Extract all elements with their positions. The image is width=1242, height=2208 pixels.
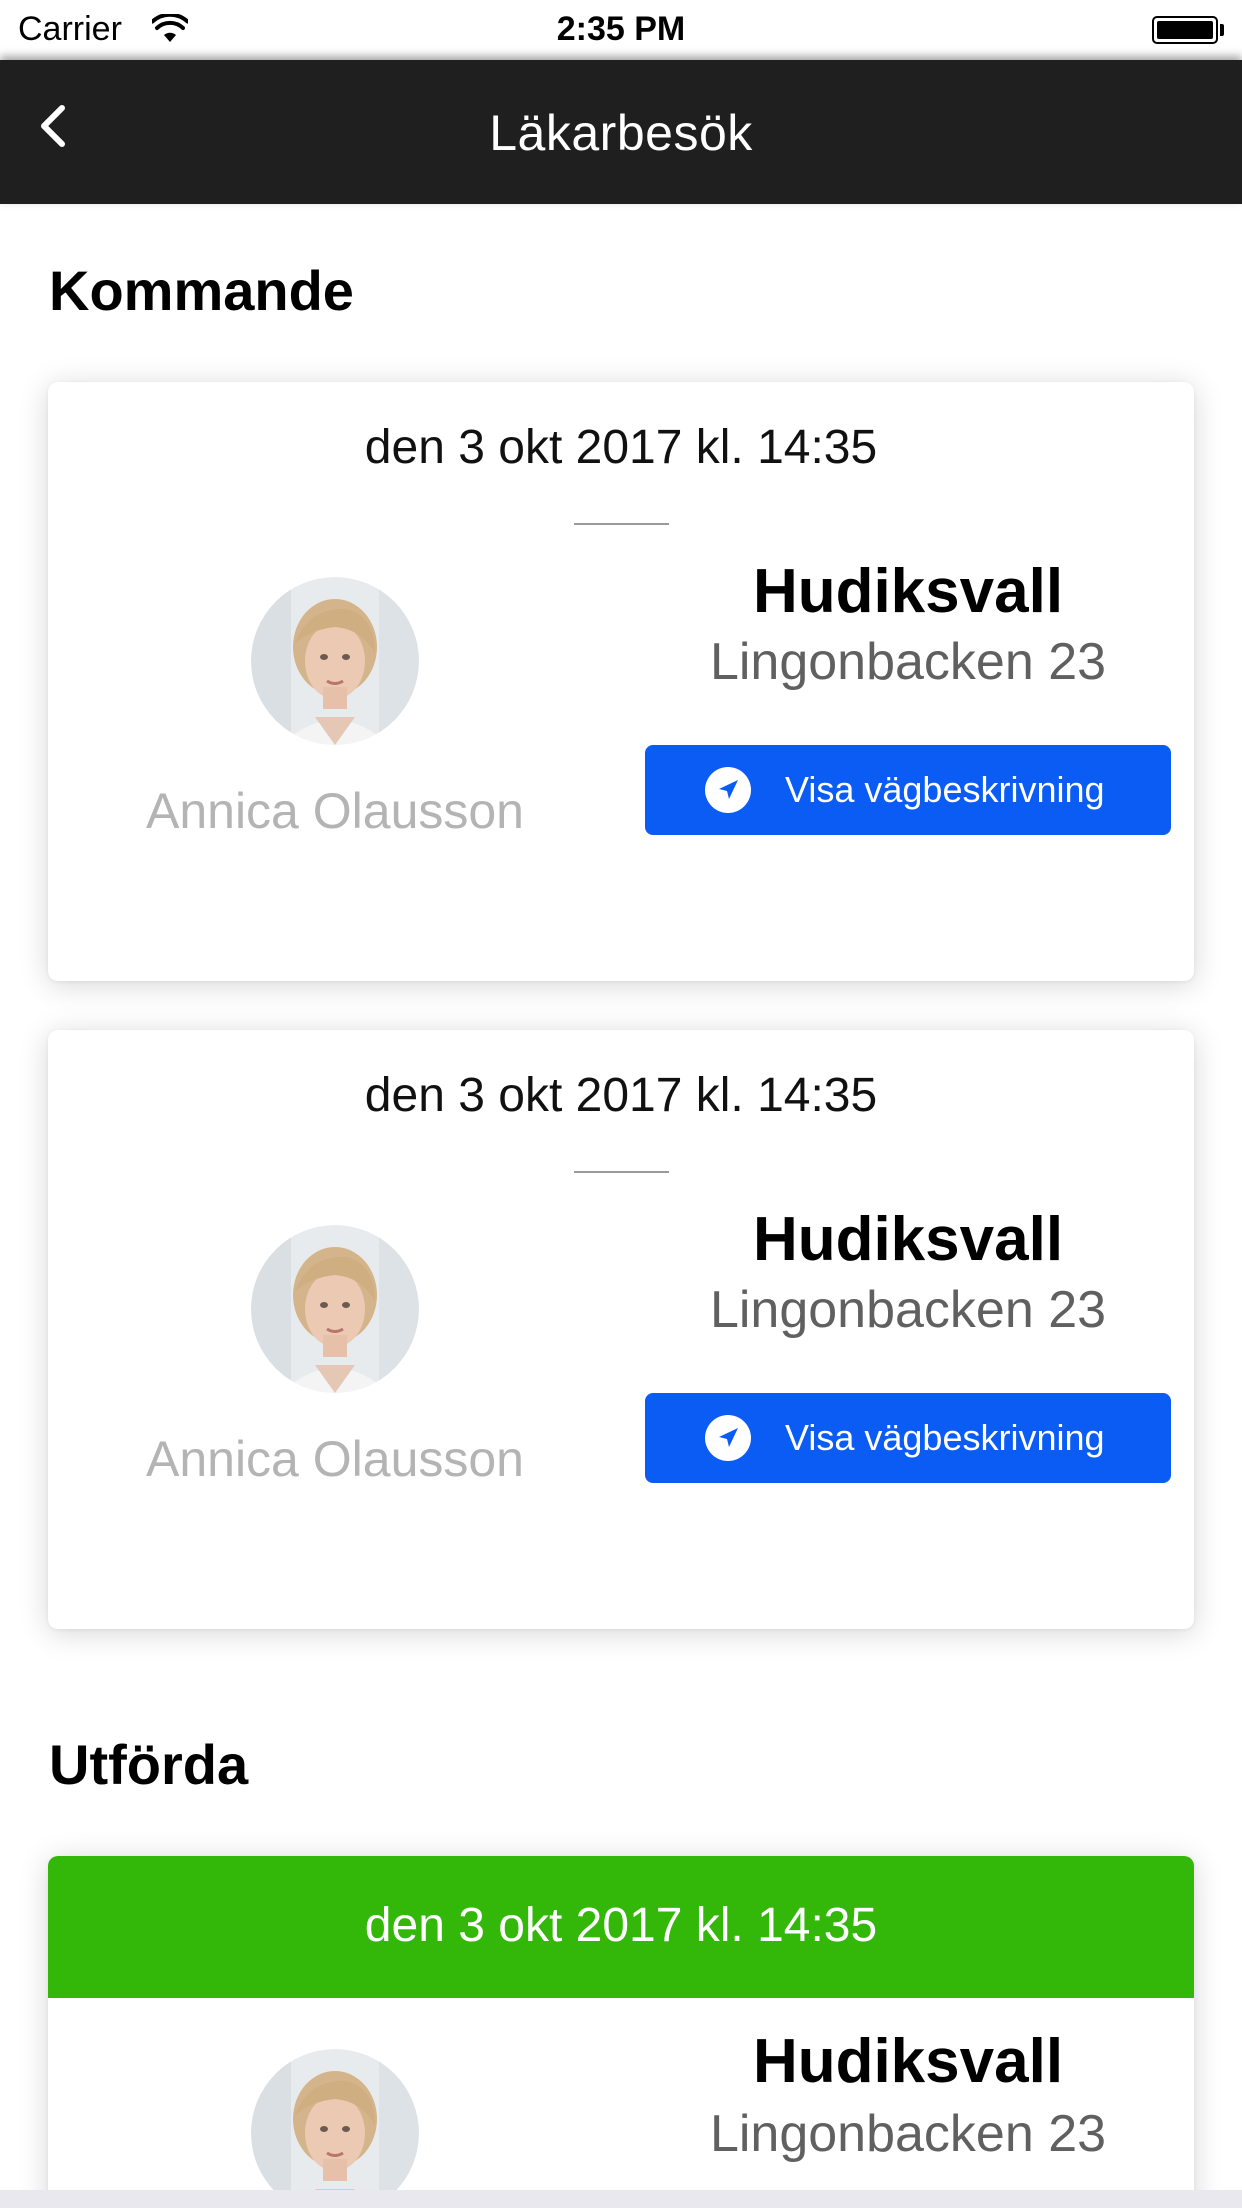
- appointment-date: den 3 okt 2017 kl. 14:35: [364, 421, 878, 474]
- clinic-street: Lingonbacken 23: [709, 633, 1107, 691]
- avatar: [251, 1225, 419, 1393]
- doctor-photo: [251, 577, 419, 745]
- doctor-photo: [251, 2049, 419, 2208]
- bottom-edge: [0, 2190, 1242, 2208]
- clinic-city: Hudiksvall: [752, 2027, 1064, 2096]
- appointment-card[interactable]: den 3 okt 2017 kl. 14:35 Annica Olausson…: [48, 382, 1194, 981]
- appointment-card[interactable]: den 3 okt 2017 kl. 14:35 Annica Olausson…: [48, 1030, 1194, 1629]
- avatar: [251, 2049, 419, 2208]
- doctor-name: Annica Olausson: [145, 1431, 524, 1487]
- appointment-date: den 3 okt 2017 kl. 14:35: [364, 1899, 878, 1952]
- clinic-street: Lingonbacken 23: [709, 1281, 1107, 1339]
- directions-button[interactable]: Visa vägbeskrivning: [645, 1393, 1171, 1483]
- appointment-date: den 3 okt 2017 kl. 14:35: [364, 1069, 878, 1122]
- directions-button-label: Visa vägbeskrivning: [785, 1417, 1105, 1458]
- navigation-bar: Läkarbesök: [0, 60, 1242, 204]
- battery-icon: [1152, 16, 1218, 44]
- doctor-name: Annica Olausson: [145, 783, 524, 839]
- completed-appointment-card[interactable]: den 3 okt 2017 kl. 14:35 Hudiksvall Ling…: [48, 1856, 1194, 2208]
- doctor-photo: [251, 1225, 419, 1393]
- completed-card-header: den 3 okt 2017 kl. 14:35: [48, 1856, 1194, 1998]
- clinic-street: Lingonbacken 23: [709, 2105, 1107, 2163]
- clinic-city: Hudiksvall: [752, 1205, 1064, 1274]
- navigation-arrow-icon: [705, 1415, 751, 1461]
- completed-section-title: Utförda: [49, 1733, 249, 1796]
- battery-tip: [1220, 24, 1224, 36]
- page-title: Läkarbesök: [489, 105, 753, 161]
- status-bar: Carrier 2:35 PM: [0, 0, 1242, 60]
- divider: [574, 1171, 669, 1173]
- directions-button-label: Visa vägbeskrivning: [785, 769, 1105, 810]
- clock-time: 2:35 PM: [556, 10, 686, 48]
- navigation-arrow-icon: [705, 767, 751, 813]
- divider: [574, 523, 669, 525]
- upcoming-section-title: Kommande: [49, 259, 354, 322]
- avatar: [251, 577, 419, 745]
- clinic-city: Hudiksvall: [752, 557, 1064, 626]
- directions-button[interactable]: Visa vägbeskrivning: [645, 745, 1171, 835]
